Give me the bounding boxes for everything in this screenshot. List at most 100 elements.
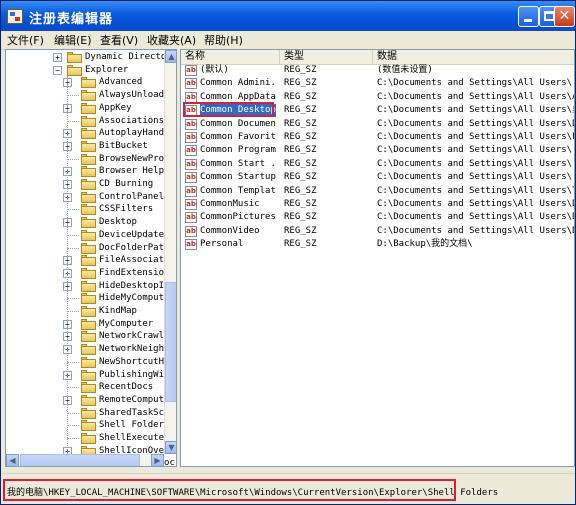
tree-item[interactable]: BrowseNewProce	[6, 153, 175, 166]
list-row[interactable]: abCommon Templates REG_SZ C:\Documents and…	[181, 185, 574, 198]
tree-item[interactable]: + ControlPanel	[6, 191, 166, 204]
tree-item[interactable]: + RemoteComputer	[6, 394, 175, 407]
scroll-down-arrow-icon[interactable]: ▼	[165, 441, 176, 454]
tree-item[interactable]: + Desktop	[6, 216, 166, 229]
tree-item[interactable]: CSSFilters	[6, 203, 166, 216]
tree-item[interactable]: NewShortcutHan	[6, 356, 175, 369]
tree-item[interactable]: RecentDocs	[6, 381, 166, 394]
registry-values-list[interactable]: 名称 类型 数据 ab (默认) REG_SZ (数值未设置) ab Common Adm…	[180, 49, 575, 467]
tree-item[interactable]: + AppKey	[6, 102, 166, 115]
menu-view[interactable]: 查看(V)	[100, 32, 138, 48]
folder-body	[81, 282, 96, 292]
tree-item[interactable]: + FileAssociatio	[6, 254, 175, 267]
folder-icon	[81, 140, 96, 152]
value-data: C:\Documents and Settings\All Users\「开始	[377, 158, 574, 169]
tree-horizontal-scroll-thumb[interactable]	[20, 454, 140, 466]
tree-item-label: KindMap	[99, 306, 137, 316]
list-row[interactable]: abCommon Start ... REG_SZ C:\Documents and…	[181, 158, 574, 171]
scroll-left-arrow-icon[interactable]: ◀	[6, 454, 19, 466]
tree-item[interactable]: HideMyComputer	[6, 292, 175, 305]
tree-branch-line	[67, 209, 79, 211]
column-header-data[interactable]: 数据	[373, 50, 574, 64]
folder-icon	[81, 90, 96, 102]
tree-item[interactable]: DocFolderPaths	[6, 242, 175, 255]
tree-vertical-scrollbar[interactable]: ▲ ▼	[164, 50, 176, 454]
tree-item[interactable]: + AutoplayHandle	[6, 127, 175, 140]
menu-file[interactable]: 文件(F)	[7, 32, 44, 48]
tree-item[interactable]: Shell Folders	[6, 419, 170, 432]
tree-item[interactable]: DeviceUpdateLo	[6, 229, 175, 242]
tree-item[interactable]: + FindExtensions	[6, 267, 175, 280]
value-type: REG_SZ	[284, 78, 317, 89]
value-type: REG_SZ	[284, 65, 317, 75]
close-button[interactable]: ✕	[554, 6, 575, 27]
tree-branch-line	[67, 120, 79, 122]
highlight-box-status-path	[3, 479, 456, 501]
status-bar: 我的电脑\HKEY_LOCAL_MACHINE\SOFTWARE\Microso…	[1, 473, 575, 504]
folder-body	[81, 257, 96, 267]
folder-icon	[81, 191, 96, 203]
column-header-name[interactable]: 名称	[181, 50, 280, 64]
scroll-up-arrow-icon[interactable]: ▲	[165, 50, 176, 63]
folder-body	[81, 346, 96, 356]
folder-body	[81, 92, 96, 102]
tree-item[interactable]: + CD Burning	[6, 178, 166, 191]
list-row[interactable]: abCommon Admini... REG_SZ C:\Documents and…	[181, 77, 574, 90]
list-row[interactable]: ab CommonMusic REG_SZ C:\Documents and Sett…	[181, 198, 574, 211]
tree-item[interactable]: + NetworkNeighbo	[6, 343, 175, 356]
tree-item[interactable]: + Dynamic Directory	[6, 51, 176, 64]
folder-body	[81, 409, 96, 419]
tree-item[interactable]: ShellExecuteHo	[6, 432, 175, 445]
folder-icon	[81, 369, 96, 381]
list-row[interactable]: ab Personal REG_SZ D:\Backup\我的文档\	[181, 238, 574, 251]
expand-toggle-icon[interactable]: −	[53, 65, 62, 75]
list-row[interactable]: ab Common Startup REG_SZ C:\Documents and S…	[181, 171, 574, 184]
title-bar[interactable]: 注册表编辑器 ✕	[1, 1, 575, 31]
scroll-right-arrow-icon[interactable]: ▶	[151, 454, 164, 466]
tree-item[interactable]: + HideDesktopIco	[6, 280, 175, 293]
list-row[interactable]: abCommon Favorites REG_SZ C:\Documents and…	[181, 131, 574, 144]
tree-item[interactable]: AlwaysUnloadDL	[6, 89, 175, 102]
tree-item[interactable]: SharedTaskSche	[6, 407, 175, 420]
tree-item[interactable]: + NetworkCrawler	[6, 330, 175, 343]
menu-favorites[interactable]: 收藏夹(A)	[147, 32, 196, 48]
list-row[interactable]: ab CommonVideo REG_SZ C:\Documents and Sett…	[181, 225, 574, 238]
value-name: Common Documents	[200, 118, 276, 129]
tree-item[interactable]: + Browser Helper	[6, 165, 175, 178]
value-data: (数值未设置)	[377, 65, 433, 75]
folder-icon	[81, 77, 96, 89]
value-data: C:\Documents and Settings\All Users\Favo…	[377, 132, 574, 142]
list-row[interactable]: ab (默认) REG_SZ (数值未设置)	[181, 64, 574, 77]
tree-vertical-scroll-thumb[interactable]	[165, 282, 176, 402]
list-row[interactable]: ab Common Programs REG_SZ C:\Documents and …	[181, 144, 574, 157]
list-row[interactable]: abCommon Documents REG_SZ C:\Documents and…	[181, 118, 574, 131]
folder-body	[67, 54, 82, 63]
folder-icon	[81, 407, 96, 419]
folder-icon	[67, 52, 82, 63]
tree-item[interactable]: + MyComputer	[6, 318, 166, 331]
column-header-type[interactable]: 类型	[280, 50, 373, 64]
registry-key-tree[interactable]: + Dynamic Directory − Explorer + Advanced Alwa…	[5, 49, 177, 467]
tree-item[interactable]: + BitBucket	[6, 140, 166, 153]
value-type: REG_SZ	[284, 225, 317, 236]
menu-help[interactable]: 帮助(H)	[204, 32, 243, 48]
tree-item-label: AppKey	[99, 102, 132, 113]
menu-edit[interactable]: 编辑(E)	[54, 32, 92, 48]
tree-item-label: Shell Folders	[99, 420, 170, 431]
tree-item[interactable]: Associations	[6, 115, 166, 128]
folder-body	[81, 295, 96, 305]
value-data: C:\Documents and Settings\All Users\Appl…	[377, 91, 574, 102]
minimize-button[interactable]	[518, 6, 539, 27]
string-value-icon: ab	[185, 78, 197, 90]
tree-item[interactable]: + Advanced	[6, 76, 166, 89]
folder-body	[81, 117, 96, 127]
tree-item[interactable]: − Explorer	[6, 64, 166, 77]
string-value-icon: ab	[185, 145, 197, 157]
list-row[interactable]: ab CommonPictures REG_SZ C:\Documents and S…	[181, 211, 574, 224]
tree-item[interactable]: + PublishingWiza	[6, 369, 175, 382]
tree-horizontal-scrollbar[interactable]: ◀ ▶	[6, 454, 164, 466]
expand-toggle-icon[interactable]: +	[53, 53, 62, 62]
tree-branch-line	[67, 387, 79, 389]
tree-item[interactable]: KindMap	[6, 305, 166, 318]
folder-icon	[81, 344, 96, 356]
